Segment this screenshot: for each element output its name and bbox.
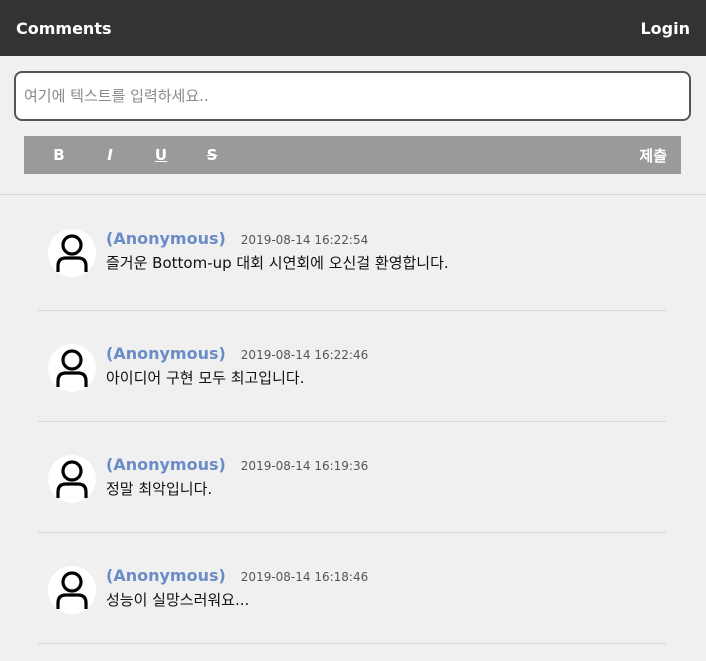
comment-author: (Anonymous) bbox=[106, 566, 226, 585]
comment-author: (Anonymous) bbox=[106, 344, 226, 363]
comment-meta: (Anonymous) 2019-08-14 16:22:46 bbox=[106, 344, 368, 363]
user-avatar-icon bbox=[48, 344, 96, 392]
comment-body: (Anonymous) 2019-08-14 16:19:36 정말 최악입니다… bbox=[106, 455, 368, 499]
comment-body: (Anonymous) 2019-08-14 16:18:46 성능이 실망스러… bbox=[106, 566, 368, 610]
comment-list: (Anonymous) 2019-08-14 16:22:54 즐거운 Bott… bbox=[0, 195, 706, 644]
comment-time: 2019-08-14 16:22:46 bbox=[240, 348, 369, 362]
comment-item: (Anonymous) 2019-08-14 16:22:54 즐거운 Bott… bbox=[38, 195, 666, 311]
comment-time: 2019-08-14 16:22:54 bbox=[240, 233, 369, 247]
comment-meta: (Anonymous) 2019-08-14 16:18:46 bbox=[106, 566, 368, 585]
comment-composer: B I U S 제출 bbox=[0, 56, 706, 174]
comment-input[interactable] bbox=[14, 71, 691, 121]
comment-text: 정말 최악입니다. bbox=[106, 480, 213, 498]
comment-item: (Anonymous) 2019-08-14 16:19:36 정말 최악입니다… bbox=[38, 422, 666, 533]
user-avatar-icon bbox=[48, 229, 96, 277]
submit-button[interactable]: 제출 bbox=[639, 145, 667, 166]
comment-text: 성능이 실망스러워요... bbox=[106, 591, 250, 609]
comment-item: (Anonymous) 2019-08-14 16:22:46 아이디어 구현 … bbox=[38, 311, 666, 422]
comment-time: 2019-08-14 16:18:46 bbox=[240, 570, 369, 584]
bold-button[interactable]: B bbox=[44, 146, 74, 164]
comment-author: (Anonymous) bbox=[106, 455, 226, 474]
comment-meta: (Anonymous) 2019-08-14 16:19:36 bbox=[106, 455, 368, 474]
user-avatar-icon bbox=[48, 566, 96, 614]
comment-body: (Anonymous) 2019-08-14 16:22:54 즐거운 Bott… bbox=[106, 229, 449, 273]
format-toolbar: B I U S 제출 bbox=[24, 136, 681, 174]
login-link[interactable]: Login bbox=[640, 19, 690, 38]
comment-text: 즐거운 Bottom-up 대회 시연회에 오신걸 환영합니다. bbox=[106, 254, 449, 272]
italic-button[interactable]: I bbox=[95, 146, 125, 164]
strikethrough-button[interactable]: S bbox=[197, 146, 227, 164]
underline-button[interactable]: U bbox=[146, 146, 176, 164]
comment-text: 아이디어 구현 모두 최고입니다. bbox=[106, 369, 305, 387]
comment-body: (Anonymous) 2019-08-14 16:22:46 아이디어 구현 … bbox=[106, 344, 368, 388]
comment-item: (Anonymous) 2019-08-14 16:18:46 성능이 실망스러… bbox=[38, 533, 666, 644]
comment-time: 2019-08-14 16:19:36 bbox=[240, 459, 369, 473]
page-title: Comments bbox=[16, 18, 112, 38]
top-bar: Comments Login bbox=[0, 0, 706, 56]
comment-author: (Anonymous) bbox=[106, 229, 226, 248]
user-avatar-icon bbox=[48, 455, 96, 503]
comment-meta: (Anonymous) 2019-08-14 16:22:54 bbox=[106, 229, 449, 248]
